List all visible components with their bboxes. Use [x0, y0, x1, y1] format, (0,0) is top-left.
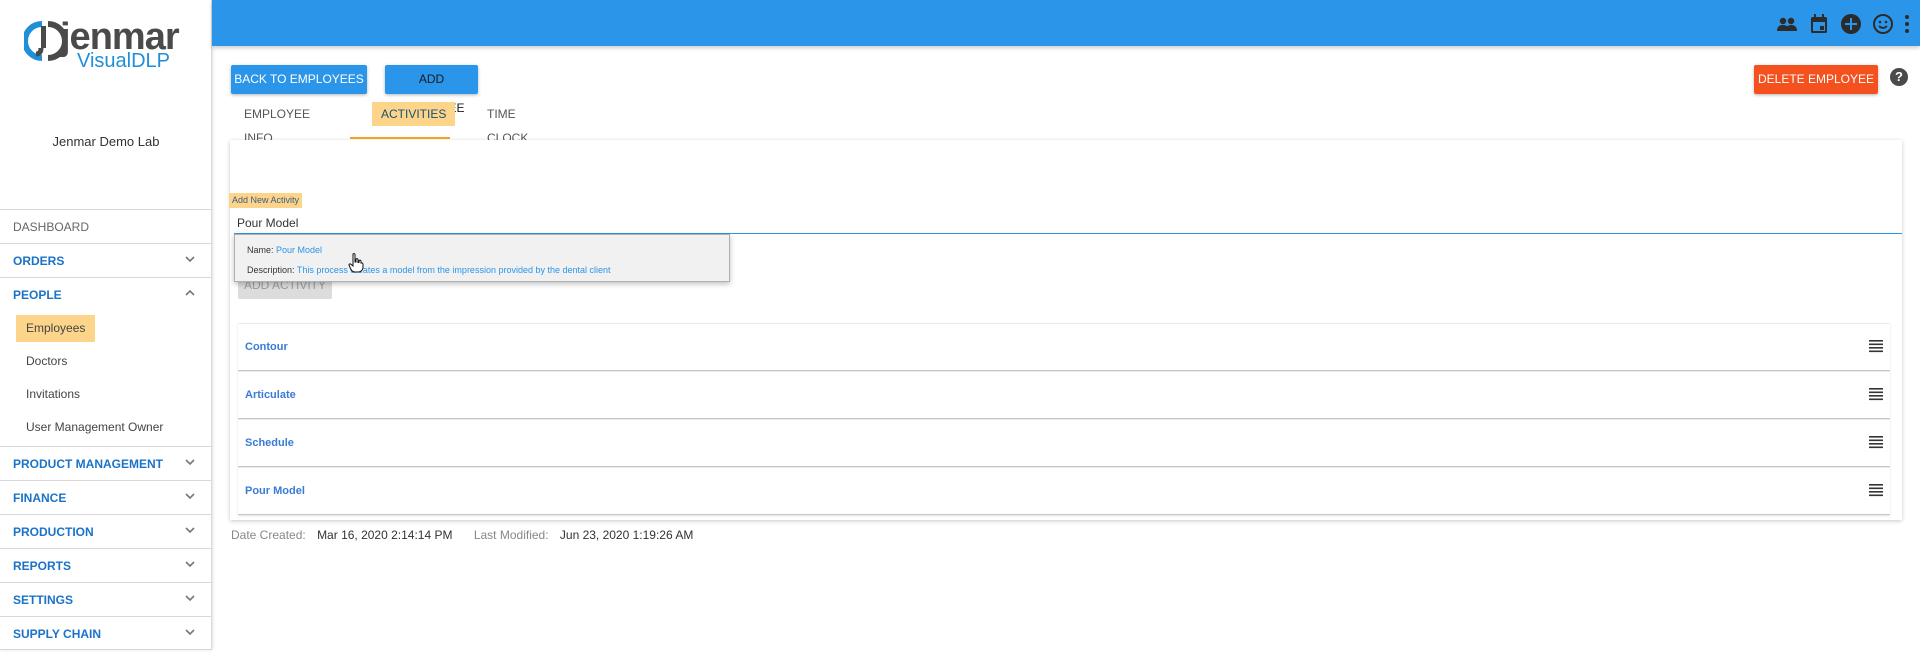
activity-name: Pour Model: [245, 485, 305, 497]
sidebar-item-label: SUPPLY CHAIN: [13, 627, 102, 641]
activity-suggestion-dropdown[interactable]: Name: Pour Model Description: This proce…: [234, 234, 730, 282]
sidebar-item-dashboard[interactable]: DASHBOARD: [0, 209, 212, 243]
help-icon[interactable]: ?: [1890, 68, 1908, 86]
brand-logo[interactable]: jenmar VisualDLP: [24, 16, 194, 74]
sidebar-item-production[interactable]: PRODUCTION: [0, 514, 212, 548]
add-activity-label: Add New Activity: [229, 193, 303, 208]
record-meta: Date Created: Mar 16, 2020 2:14:14 PM La…: [231, 528, 693, 542]
activity-list: Contour Articulate Schedule Pour Model: [238, 323, 1890, 515]
tab-time-clock[interactable]: TIME CLOCK: [487, 102, 528, 145]
people-submenu: Employees Doctors Invitations User Manag…: [0, 311, 212, 446]
brand-sub: VisualDLP: [77, 50, 171, 72]
sidebar-item-invitations[interactable]: Invitations: [0, 378, 212, 411]
list-item[interactable]: Schedule: [238, 419, 1890, 467]
sidebar-item-label: Invitations: [26, 387, 81, 401]
top-app-bar: [212, 0, 1920, 46]
calendar-icon[interactable]: [1806, 12, 1832, 36]
activity-name: Contour: [245, 341, 288, 353]
chevron-down-icon: [184, 244, 198, 278]
back-to-employees-button[interactable]: BACK TO EMPLOYEES: [231, 65, 367, 94]
drag-handle-icon[interactable]: [1868, 338, 1884, 354]
sidebar-item-orders[interactable]: ORDERS: [0, 243, 212, 277]
sidebar-item-employees[interactable]: Employees: [0, 312, 212, 345]
tab-active-indicator: [350, 137, 450, 139]
chevron-down-icon: [184, 583, 198, 617]
chevron-up-icon: [184, 278, 198, 312]
hand-cursor-icon: [348, 253, 364, 273]
sidebar-item-label: ORDERS: [13, 254, 65, 268]
suggestion-desc-value: This process creates a model from the im…: [296, 265, 611, 275]
people-icon[interactable]: [1774, 12, 1800, 36]
suggestion-desc-row: Description: This process creates a mode…: [247, 265, 611, 275]
last-modified-key: Last Modified:: [473, 528, 549, 542]
date-created-key: Date Created:: [231, 528, 306, 542]
tab-activities[interactable]: ACTIVITIES: [372, 102, 456, 136]
sidebar-item-label: REPORTS: [13, 559, 72, 573]
drag-handle-icon[interactable]: [1868, 386, 1884, 402]
sidebar-item-label: FINANCE: [13, 491, 67, 505]
add-employee-button[interactable]: ADD EMPLOYEE: [385, 65, 478, 115]
date-created-value: Mar 16, 2020 2:14:14 PM: [317, 528, 453, 542]
sidebar-item-product-management[interactable]: PRODUCT MANAGEMENT: [0, 446, 212, 480]
chevron-down-icon: [184, 549, 198, 583]
activity-name: Schedule: [245, 437, 294, 449]
chevron-down-icon: [184, 617, 198, 651]
sidebar-nav: DASHBOARD ORDERS PEOPLE Employees Doctor…: [0, 209, 212, 650]
list-item[interactable]: Contour: [238, 323, 1890, 371]
sidebar-item-label: Doctors: [26, 354, 68, 368]
list-item[interactable]: Pour Model: [238, 467, 1890, 515]
sidebar-item-user-management-owner[interactable]: User Management Owner: [0, 411, 212, 444]
sidebar-item-label: PRODUCTION: [13, 525, 94, 539]
sidebar-item-label: PEOPLE: [13, 288, 62, 302]
sidebar-item-settings[interactable]: SETTINGS: [0, 582, 212, 616]
activity-name: Articulate: [245, 389, 296, 401]
more-vert-icon[interactable]: [1902, 12, 1912, 36]
top-actions: [1774, 12, 1912, 36]
list-item[interactable]: Articulate: [238, 371, 1890, 419]
sidebar: jenmar VisualDLP Jenmar Demo Lab DASHBOA…: [0, 0, 212, 650]
suggestion-desc-key: Description:: [247, 265, 295, 275]
chevron-down-icon: [184, 481, 198, 515]
smiley-icon[interactable]: [1870, 12, 1896, 36]
tab-employee-info[interactable]: EMPLOYEE INFO: [244, 102, 310, 145]
chevron-down-icon: [184, 515, 198, 549]
last-modified-value: Jun 23, 2020 1:19:26 AM: [559, 528, 694, 542]
sidebar-item-finance[interactable]: FINANCE: [0, 480, 212, 514]
sidebar-item-label: Employees: [16, 315, 96, 342]
sidebar-item-doctors[interactable]: Doctors: [0, 345, 212, 378]
sidebar-item-reports[interactable]: REPORTS: [0, 548, 212, 582]
suggestion-name-value: Pour Model: [276, 245, 323, 255]
drag-handle-icon[interactable]: [1868, 482, 1884, 498]
sidebar-item-people[interactable]: PEOPLE: [0, 277, 212, 311]
tab-label: ACTIVITIES: [372, 102, 456, 126]
sidebar-item-label: PRODUCT MANAGEMENT: [13, 457, 163, 471]
main-content: BACK TO EMPLOYEES ADD EMPLOYEE DELETE EM…: [212, 46, 1920, 666]
suggestion-name-row: Name: Pour Model: [247, 245, 322, 255]
sidebar-item-label: User Management Owner: [26, 420, 164, 434]
sidebar-item-supply-chain[interactable]: SUPPLY CHAIN: [0, 616, 212, 650]
delete-employee-button[interactable]: DELETE EMPLOYEE: [1754, 65, 1878, 94]
add-circle-icon[interactable]: [1838, 12, 1864, 36]
org-name: Jenmar Demo Lab: [52, 134, 160, 149]
drag-handle-icon[interactable]: [1868, 434, 1884, 450]
chevron-down-icon: [184, 447, 198, 481]
sidebar-item-label: SETTINGS: [13, 593, 74, 607]
add-activity-input[interactable]: [234, 212, 1902, 234]
suggestion-name-key: Name:: [247, 245, 274, 255]
